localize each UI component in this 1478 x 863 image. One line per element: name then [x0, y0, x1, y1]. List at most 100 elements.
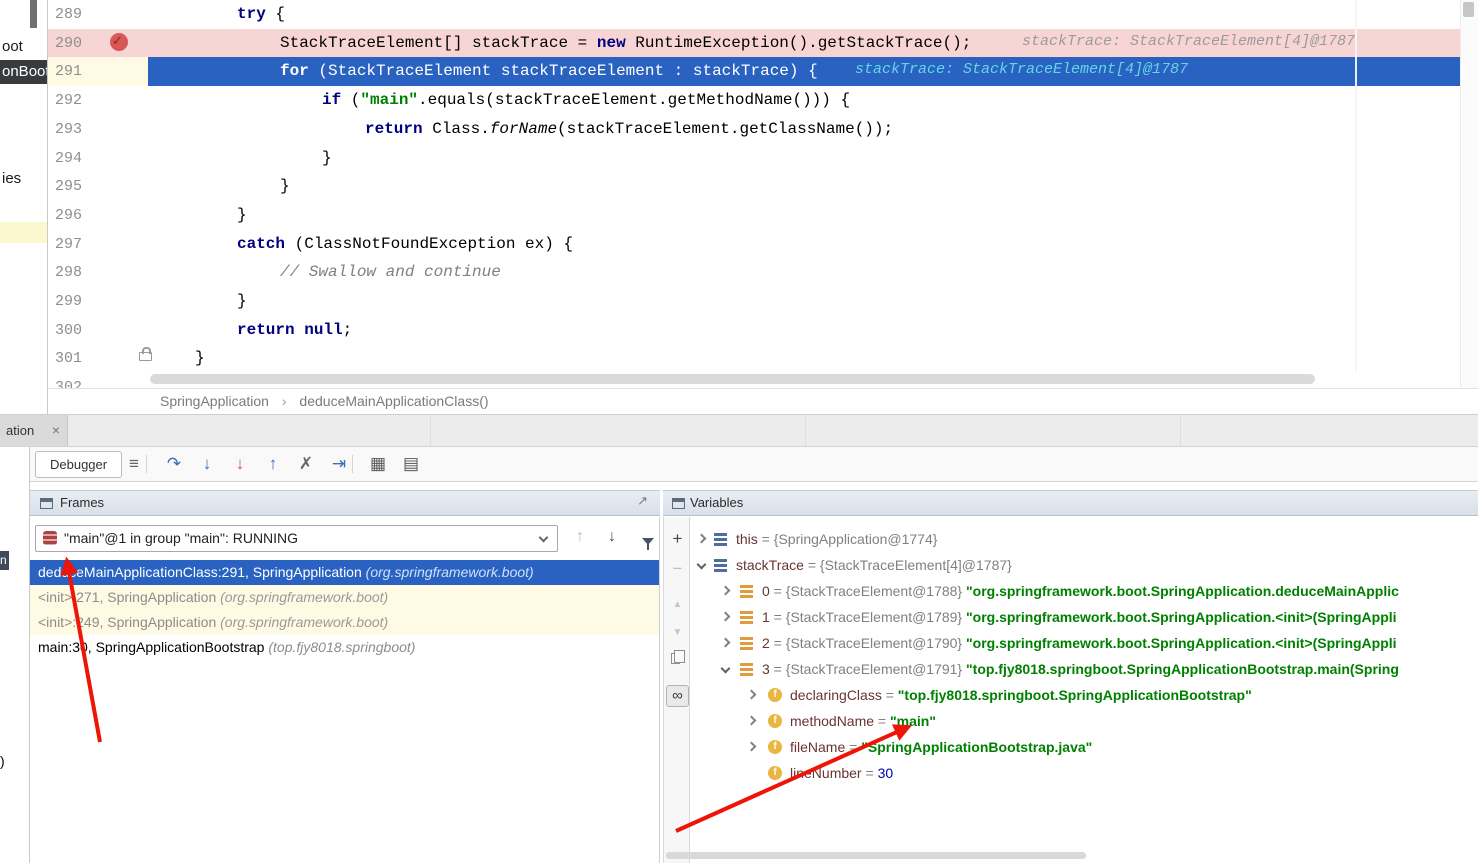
line-number-301[interactable]: 301	[55, 348, 82, 369]
layout-settings-icon[interactable]: ▤	[399, 451, 423, 477]
code-line-291: for (StackTraceElement stackTraceElement…	[280, 61, 818, 82]
line-number-290[interactable]: 290	[55, 33, 82, 54]
variable-row-declaringClass[interactable]: fdeclaringClass = "top.fjy8018.springboo…	[690, 682, 1478, 708]
code-line-296: }	[237, 205, 247, 226]
value-icon	[714, 533, 727, 546]
editor-scrollbar-thumb[interactable]	[1463, 2, 1474, 17]
variables-icon	[672, 498, 685, 509]
variable-row-methodName[interactable]: fmethodName = "main"	[690, 708, 1478, 734]
session-tab[interactable]: ation ×	[0, 415, 68, 446]
code-line-292: if ("main".equals(stackTraceElement.getM…	[322, 90, 850, 111]
code-line-290: StackTraceElement[] stackTrace = new Run…	[280, 33, 971, 54]
line-number-294[interactable]: 294	[55, 148, 82, 169]
inline-debug-hint-active: stackTrace: StackTraceElement[4]@1787	[855, 61, 1188, 78]
collapse-icon[interactable]	[721, 664, 731, 674]
divider	[1180, 415, 1181, 446]
field-icon: f	[768, 740, 782, 754]
stripe-button-fragment[interactable]: n	[0, 551, 9, 570]
inline-debug-hint: stackTrace: StackTraceElement[4]@1787	[1022, 33, 1355, 50]
add-watch-icon[interactable]: +	[664, 531, 691, 547]
line-number-298[interactable]: 298	[55, 262, 82, 283]
line-number-300[interactable]: 300	[55, 320, 82, 341]
expand-icon[interactable]	[721, 612, 731, 622]
line-number-295[interactable]: 295	[55, 176, 82, 197]
variable-row-3[interactable]: 3 = {StackTraceElement@1791} "top.fjy801…	[690, 656, 1478, 682]
next-frame-icon[interactable]: ↓	[608, 528, 616, 546]
line-number-289[interactable]: 289	[55, 4, 82, 25]
ide-debug-screen: 289 290 291 292 293 294 295 296 297 298 299 300 301 3…	[0, 0, 1478, 863]
expand-icon[interactable]	[721, 638, 731, 648]
code-line-299: }	[237, 291, 247, 312]
expand-icon[interactable]	[697, 534, 707, 544]
stripe-button-fragment[interactable]: )	[0, 753, 5, 769]
previous-frame-icon[interactable]: ↑	[576, 528, 584, 546]
tree-item-selected-fragment[interactable]: onBoot	[0, 60, 48, 84]
tree-item-highlight-fragment	[0, 222, 48, 243]
filter-frames-icon[interactable]	[642, 532, 654, 550]
step-out-icon[interactable]: ↑	[261, 451, 285, 477]
line-number-292[interactable]: 292	[55, 90, 82, 111]
item-icon	[740, 637, 753, 650]
variable-row-lineNumber[interactable]: flineNumber = 30	[690, 760, 1478, 786]
close-icon[interactable]: ×	[52, 415, 60, 446]
variables-horizontal-scrollbar[interactable]	[666, 852, 1086, 859]
project-scrollbar-thumb[interactable]	[30, 0, 37, 28]
breadcrumb-class[interactable]: SpringApplication	[160, 393, 269, 409]
variable-row-0[interactable]: 0 = {StackTraceElement@1788} "org.spring…	[690, 578, 1478, 604]
editor-horizontal-scrollbar[interactable]	[150, 374, 1315, 384]
remove-watch-icon[interactable]: −	[664, 561, 691, 577]
collapse-icon[interactable]	[697, 560, 707, 570]
frame-row[interactable]: <init>:249, SpringApplication (org.sprin…	[30, 610, 660, 635]
debugger-toolbar: Debugger ≡↷↓↓↑✗⇥▦▤	[30, 447, 1478, 482]
expand-icon[interactable]	[747, 742, 757, 752]
frames-icon	[40, 498, 53, 509]
readonly-lock-icon	[139, 352, 152, 361]
thread-icon	[43, 531, 57, 545]
move-up-icon[interactable]: ▲	[664, 597, 691, 613]
field-icon: f	[768, 766, 782, 780]
code-editor[interactable]: 289 290 291 292 293 294 295 296 297 298 299 300 301 3…	[48, 0, 1460, 388]
array-icon	[714, 559, 727, 572]
thread-selector[interactable]: "main"@1 in group "main": RUNNING	[35, 525, 558, 552]
frame-row[interactable]: main:30, SpringApplicationBootstrap (top…	[30, 635, 660, 660]
variable-row-fileName[interactable]: ffileName = "SpringApplicationBootstrap.…	[690, 734, 1478, 760]
show-watches-toggle[interactable]: ∞	[666, 685, 689, 707]
duplicate-watch-icon[interactable]	[671, 653, 680, 664]
breadcrumb: SpringApplication › deduceMainApplicatio…	[48, 388, 1478, 414]
line-number-296[interactable]: 296	[55, 205, 82, 226]
tree-item-fragment[interactable]: oot	[2, 38, 23, 55]
run-to-cursor-icon[interactable]: ⇥	[327, 451, 351, 477]
step-into-icon[interactable]: ↓	[195, 451, 219, 477]
item-icon	[740, 611, 753, 624]
variable-row-1[interactable]: 1 = {StackTraceElement@1789} "org.spring…	[690, 604, 1478, 630]
variable-row-2[interactable]: 2 = {StackTraceElement@1790} "org.spring…	[690, 630, 1478, 656]
expand-icon[interactable]	[747, 690, 757, 700]
code-line-301: }	[195, 348, 205, 369]
project-panel-fragment: oot onBoot ies	[0, 0, 48, 414]
breakpoint-icon[interactable]	[110, 33, 128, 51]
frame-row[interactable]: <init>:271, SpringApplication (org.sprin…	[30, 585, 660, 610]
line-number-297[interactable]: 297	[55, 234, 82, 255]
editor-vertical-scrollbar[interactable]	[1460, 0, 1478, 388]
restore-layout-icon[interactable]: ↗	[637, 493, 648, 509]
line-number-291[interactable]: 291	[55, 61, 82, 82]
variable-row-this[interactable]: this = {SpringApplication@1774}	[690, 526, 1478, 552]
drop-frame-icon[interactable]: ✗	[294, 451, 318, 477]
frame-row[interactable]: deduceMainApplicationClass:291, SpringAp…	[30, 560, 660, 585]
tree-item-fragment[interactable]: ies	[2, 170, 21, 187]
force-step-into-icon[interactable]: ↓	[228, 451, 252, 477]
field-icon: f	[768, 688, 782, 702]
breadcrumb-method[interactable]: deduceMainApplicationClass()	[299, 393, 488, 409]
variable-row-stackTrace[interactable]: stackTrace = {StackTraceElement[4]@1787}	[690, 552, 1478, 578]
move-down-icon[interactable]: ▼	[664, 625, 691, 641]
settings-menu-icon[interactable]: ≡	[122, 451, 146, 477]
line-number-293[interactable]: 293	[55, 119, 82, 140]
expand-icon[interactable]	[721, 586, 731, 596]
line-number-302[interactable]: 302	[55, 377, 82, 388]
thread-selector-value: "main"@1 in group "main": RUNNING	[64, 526, 298, 551]
line-number-299[interactable]: 299	[55, 291, 82, 312]
evaluate-grid-icon[interactable]: ▦	[366, 451, 390, 477]
expand-icon[interactable]	[747, 716, 757, 726]
frames-panel: "main"@1 in group "main": RUNNING ↑ ↓ de…	[30, 517, 660, 863]
step-over-icon[interactable]: ↷	[162, 451, 186, 477]
